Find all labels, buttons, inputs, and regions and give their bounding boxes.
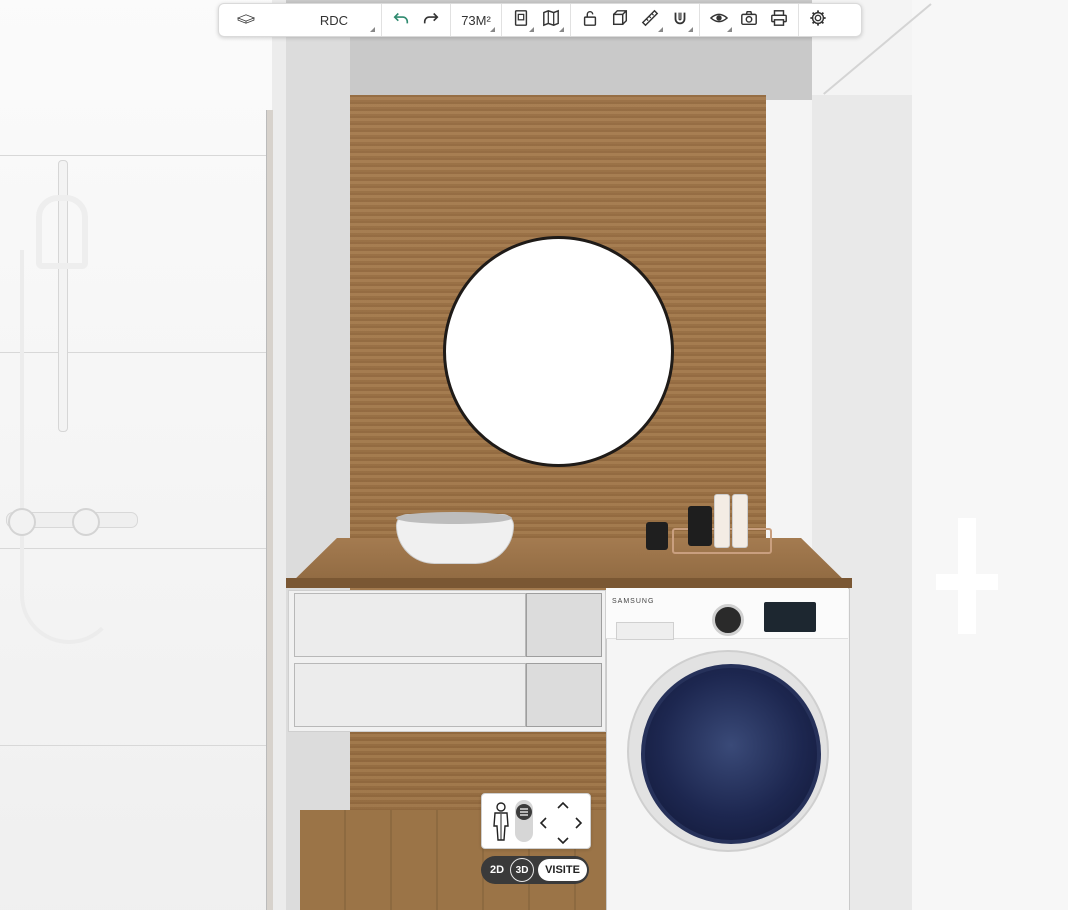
navigation-widget	[481, 793, 591, 849]
settings-button[interactable]	[803, 4, 833, 36]
redo-icon	[422, 9, 440, 32]
person-icon[interactable]	[490, 802, 512, 842]
plan-tools-group	[502, 4, 571, 36]
mode-3d-button[interactable]: 3D	[510, 858, 535, 882]
print-button[interactable]	[764, 4, 794, 36]
floor-select-value: RDC	[319, 12, 349, 28]
ruler-button[interactable]	[635, 4, 665, 36]
history-group	[382, 4, 451, 36]
move-forward-arrow[interactable]	[556, 798, 570, 813]
map-button[interactable]	[536, 4, 566, 36]
tile-joint	[0, 155, 272, 156]
area-button[interactable]: 73M²	[455, 4, 497, 36]
magnet-icon	[671, 9, 689, 32]
round-mirror[interactable]	[443, 236, 674, 467]
height-slider-thumb[interactable]	[516, 804, 532, 820]
vanity-shelf-bottom	[526, 663, 602, 727]
camera-icon	[740, 9, 758, 32]
washer-dial	[712, 604, 744, 636]
washer-door-glass	[641, 664, 821, 844]
move-back-arrow[interactable]	[556, 834, 570, 849]
shower-knob-right	[72, 508, 100, 536]
wall-cross-mark-bar	[936, 574, 998, 590]
vanity-drawer-bottom[interactable]	[294, 663, 526, 727]
menu-lines-icon	[519, 803, 529, 821]
view-tools-group	[700, 4, 799, 36]
settings-group	[799, 4, 837, 36]
edit-tools-group	[571, 4, 700, 36]
tile-joint	[0, 745, 272, 746]
countertop-edge	[286, 578, 852, 588]
undo-icon	[392, 9, 410, 32]
washbasin-rim	[396, 512, 512, 524]
area-value: 73M²	[461, 12, 491, 28]
turn-left-arrow[interactable]	[538, 816, 548, 833]
mode-2d-button[interactable]: 2D	[490, 864, 504, 876]
eye-button[interactable]	[704, 4, 734, 36]
document-button[interactable]	[506, 4, 536, 36]
cube-icon	[611, 9, 629, 32]
ruler-icon	[641, 9, 659, 32]
shower-knob-left	[8, 508, 36, 536]
shower-hose	[20, 250, 118, 644]
toothbrush-cup	[646, 522, 668, 550]
bottle-1	[714, 494, 730, 548]
gear-icon	[809, 9, 827, 32]
washer-brand-label: SAMSUNG	[612, 598, 655, 605]
document-icon	[512, 9, 530, 32]
view-mode-switcher: 2D 3D VISITE	[481, 856, 589, 884]
main-toolbar: RDC 73M²	[218, 3, 862, 37]
floor-plan-icon	[236, 10, 256, 33]
3d-viewport[interactable]: SAMSUNG	[0, 0, 1068, 910]
left-wall-panel	[286, 35, 350, 910]
floor-group: RDC	[219, 4, 382, 36]
lock-button[interactable]	[575, 4, 605, 36]
mode-visite-button[interactable]: VISITE	[538, 859, 587, 881]
redo-button[interactable]	[416, 4, 446, 36]
lock-icon	[581, 9, 599, 32]
cube-button[interactable]	[605, 4, 635, 36]
magnet-button[interactable]	[665, 4, 695, 36]
eye-icon	[709, 9, 729, 32]
camera-button[interactable]	[734, 4, 764, 36]
bottle-2	[732, 494, 748, 548]
soap-dispenser	[688, 506, 712, 546]
washer-detergent-drawer	[616, 622, 674, 640]
print-icon	[770, 9, 788, 32]
washer-display	[764, 602, 816, 632]
turn-right-arrow[interactable]	[574, 816, 584, 833]
vanity-drawer-top[interactable]	[294, 593, 526, 657]
undo-button[interactable]	[386, 4, 416, 36]
right-wall-far	[912, 0, 1068, 910]
map-icon	[542, 9, 560, 32]
vanity-shelf-top	[526, 593, 602, 657]
floor-select[interactable]: RDC	[223, 4, 377, 36]
area-group: 73M²	[451, 4, 502, 36]
shower-frame	[266, 110, 273, 910]
